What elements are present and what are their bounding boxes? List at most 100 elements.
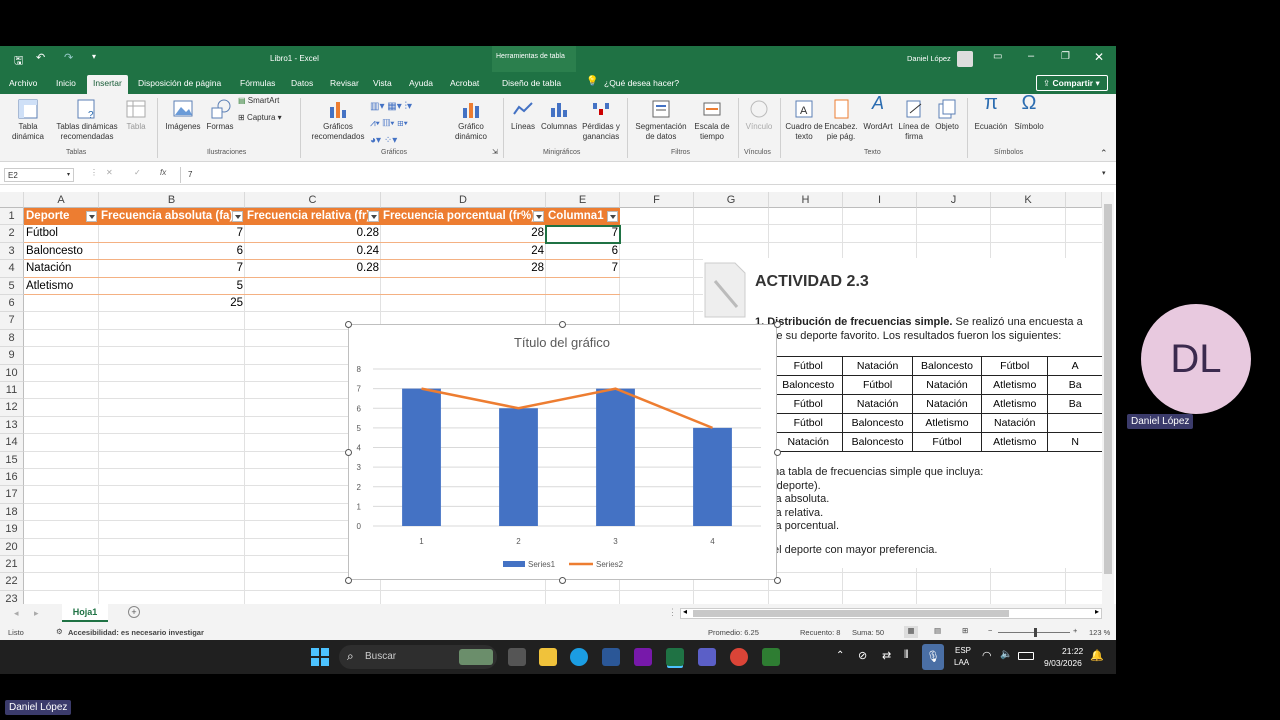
normal-view-icon[interactable]: ▦: [904, 626, 918, 638]
row-header[interactable]: 4: [0, 260, 24, 278]
objeto-button[interactable]: Objeto: [931, 98, 963, 132]
table-cell[interactable]: Atletismo: [24, 278, 99, 295]
line-chart-icon[interactable]: ⩘▾: [370, 118, 380, 129]
cuadro-texto-button[interactable]: A Cuadro de texto: [785, 98, 823, 142]
filter-dropdown-icon[interactable]: [533, 211, 544, 222]
row-header[interactable]: 12: [0, 399, 24, 417]
undo-icon[interactable]: ↶: [36, 51, 45, 64]
file-explorer-icon[interactable]: [539, 648, 557, 666]
perdidas-button[interactable]: Pérdidas y ganancias: [580, 98, 622, 142]
page-break-icon[interactable]: ⊞: [962, 626, 968, 635]
vinculo-button[interactable]: Vínculo: [742, 98, 776, 132]
notifications-icon[interactable]: 🔔: [1090, 649, 1104, 662]
tab-diseno-tabla[interactable]: Diseño de tabla: [502, 78, 561, 88]
table-cell[interactable]: 7: [546, 260, 620, 278]
row-header[interactable]: 8: [0, 329, 24, 348]
selected-cell-e2[interactable]: [545, 225, 621, 244]
cancel-icon[interactable]: ✕: [106, 168, 113, 177]
map-chart-icon[interactable]: ⊞▾: [397, 118, 408, 129]
expand-formula-icon[interactable]: ▾: [1102, 169, 1106, 177]
minimize-icon[interactable]: –: [1028, 50, 1034, 62]
tray-icon[interactable]: ⊘: [858, 649, 867, 662]
edge-icon[interactable]: [570, 648, 588, 666]
chart-handle-mr[interactable]: [774, 449, 781, 456]
filter-dropdown-icon[interactable]: [232, 211, 243, 222]
column-header-j[interactable]: J: [917, 192, 991, 208]
ecuacion-button[interactable]: π Ecuación: [972, 93, 1010, 132]
user-avatar-icon[interactable]: [957, 51, 973, 67]
lineas-button[interactable]: Líneas: [508, 98, 538, 132]
column-header-h[interactable]: H: [769, 192, 843, 208]
volume-icon[interactable]: 🔈: [1000, 649, 1012, 660]
table-cell[interactable]: 7: [99, 260, 245, 278]
tell-me-search[interactable]: ¿Qué desea hacer?: [604, 78, 679, 88]
row-header[interactable]: 15: [0, 451, 24, 469]
app-icon[interactable]: [762, 648, 780, 666]
row-header[interactable]: 5: [0, 277, 24, 295]
row-header[interactable]: 17: [0, 486, 24, 504]
horizontal-scrollbar[interactable]: ◂ ▸: [680, 607, 1102, 619]
tray-icon[interactable]: ⇄: [882, 649, 891, 662]
scroll-thumb[interactable]: [1104, 204, 1112, 574]
column-header-c[interactable]: C: [245, 192, 381, 208]
table-header-columna1[interactable]: Columna1: [546, 208, 620, 226]
tab-inicio[interactable]: Inicio: [56, 78, 76, 88]
restore-icon[interactable]: ❐: [1061, 51, 1070, 62]
cell-b6-total[interactable]: 25: [99, 295, 245, 312]
column-header-i[interactable]: I: [843, 192, 917, 208]
table-cell[interactable]: 5: [99, 278, 245, 295]
table-cell[interactable]: Natación: [24, 260, 99, 278]
row-header[interactable]: 7: [0, 312, 24, 330]
chart-handle-bl[interactable]: [345, 577, 352, 584]
table-cell[interactable]: [546, 278, 620, 295]
linea-firma-button[interactable]: Línea de firma: [895, 98, 933, 142]
select-all-corner[interactable]: [0, 192, 24, 208]
redo-icon[interactable]: ↷: [64, 51, 73, 64]
column-header-b[interactable]: B: [99, 192, 245, 208]
save-icon[interactable]: 🖫: [14, 52, 23, 71]
zoom-in-icon[interactable]: +: [1073, 626, 1077, 635]
scroll-right-icon[interactable]: ▸: [1095, 607, 1099, 616]
filter-dropdown-icon[interactable]: [607, 211, 618, 222]
table-header-fr[interactable]: Frecuencia relativa (fr): [245, 208, 381, 226]
table-cell[interactable]: 6: [546, 243, 620, 261]
encabezado-button[interactable]: Encabez. pie pág.: [823, 98, 859, 142]
column-header-d[interactable]: D: [381, 192, 546, 208]
enter-icon[interactable]: ✓: [134, 168, 141, 177]
waterfall-chart-icon[interactable]: ⫶▾: [405, 101, 413, 112]
chrome-icon[interactable]: [730, 648, 748, 666]
tab-acrobat[interactable]: Acrobat: [450, 78, 479, 88]
column-chart-icon[interactable]: ▥▾: [370, 101, 384, 112]
zoom-out-icon[interactable]: −: [988, 626, 992, 635]
tab-archivo[interactable]: Archivo: [9, 78, 37, 88]
accessibility-icon[interactable]: ⚙: [56, 627, 63, 636]
table-cell[interactable]: 7: [99, 225, 245, 243]
tablas-recomendadas-button[interactable]: ? Tablas dinámicas recomendadas: [53, 98, 121, 142]
table-header-deporte[interactable]: Deporte: [24, 208, 99, 226]
onenote-icon[interactable]: [634, 648, 652, 666]
dialog-launcher-icon[interactable]: ⇲: [492, 148, 498, 156]
sheet-tab-hoja1[interactable]: Hoja1: [62, 604, 108, 622]
filter-dropdown-icon[interactable]: [86, 211, 97, 222]
vertical-scrollbar[interactable]: [1102, 192, 1114, 604]
windows-start-icon[interactable]: [311, 648, 329, 666]
table-cell[interactable]: 0.28: [245, 225, 381, 243]
wordart-button[interactable]: A WordArt: [860, 94, 896, 132]
column-header-k[interactable]: K: [991, 192, 1066, 208]
ribbon-display-icon[interactable]: ▭: [993, 51, 1002, 62]
chart-handle-bm[interactable]: [559, 577, 566, 584]
chart-handle-tl[interactable]: [345, 321, 352, 328]
next-sheet-icon[interactable]: ▸: [34, 608, 39, 619]
column-header-a[interactable]: A: [24, 192, 99, 208]
table-cell[interactable]: 6: [99, 243, 245, 261]
insert-function-icon[interactable]: fx: [160, 168, 166, 177]
battery-icon[interactable]: [1018, 652, 1034, 660]
escala-tiempo-button[interactable]: Escala de tiempo: [690, 98, 734, 142]
row-header[interactable]: 18: [0, 503, 24, 522]
chart-handle-ml[interactable]: [345, 449, 352, 456]
tab-vista[interactable]: Vista: [373, 78, 392, 88]
table-cell[interactable]: [381, 278, 546, 295]
column-header-g[interactable]: G: [694, 192, 769, 208]
row-header[interactable]: 20: [0, 538, 24, 556]
row-header[interactable]: 22: [0, 573, 24, 591]
